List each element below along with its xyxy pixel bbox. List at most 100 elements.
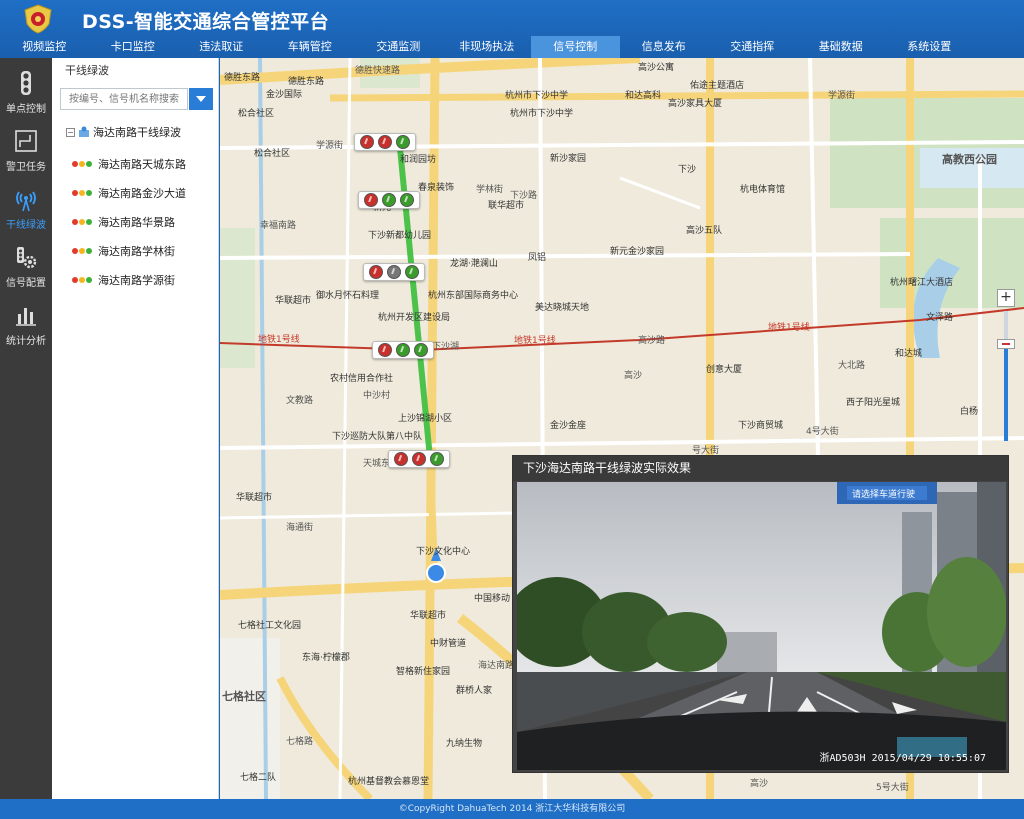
signal-controller[interactable] xyxy=(363,263,425,281)
search-input[interactable] xyxy=(60,88,188,110)
nav-base-data[interactable]: 基础数据 xyxy=(797,36,886,58)
tree-item-intersection[interactable]: 海达南路金沙大道 xyxy=(72,185,186,201)
map-label: 下沙文化中心 xyxy=(416,547,471,557)
signal-lamp-icon xyxy=(369,265,383,279)
map-label: 春泉装饰 xyxy=(418,183,455,193)
main-nav: 视频监控 卡口监控 违法取证 车辆管控 交通监测 非现场执法 信号控制 信息发布… xyxy=(0,36,1024,58)
nav-traffic-command[interactable]: 交通指挥 xyxy=(708,36,797,58)
map-label: 高沙 xyxy=(750,779,769,789)
dashcam-scene: 请选择车道行驶 xyxy=(517,482,1006,770)
signal-lamp-icon xyxy=(412,452,426,466)
signal-lamp-icon xyxy=(360,135,374,149)
nav-system-settings[interactable]: 系统设置 xyxy=(885,36,974,58)
tree-item-intersection[interactable]: 海达南路天城东路 xyxy=(72,156,186,172)
map-label: 高沙 xyxy=(624,371,643,381)
nav-checkpoint-monitor[interactable]: 卡口监控 xyxy=(89,36,178,58)
tree-root-label: 海达南路干线绿波 xyxy=(93,126,181,139)
function-sidebar: 单点控制 警卫任务 干线绿波 信号配置 统计分析 xyxy=(0,58,52,799)
map-label: 智格新住家园 xyxy=(396,667,451,677)
police-badge-icon xyxy=(24,4,52,34)
map-label: 上沙锦湖小区 xyxy=(398,414,453,424)
map-label: 杭州开发区建设局 xyxy=(378,313,451,323)
map-label: 德胜东路 xyxy=(224,73,261,83)
map-label: 幸福南路 xyxy=(260,221,297,231)
map-label: 德胜快速路 xyxy=(355,66,401,76)
video-frame[interactable]: 请选择车道行驶 浙AD503H 2015/04/29 10:55:07 xyxy=(517,482,1006,770)
sidebar-item-single-point[interactable]: 单点控制 xyxy=(0,62,52,118)
nav-offsite-enforcement[interactable]: 非现场执法 xyxy=(443,36,532,58)
traffic-light-icon xyxy=(72,277,92,283)
map-label: 海达南路 xyxy=(478,661,515,671)
sidebar-item-signal-config[interactable]: 信号配置 xyxy=(0,236,52,292)
route-group-icon xyxy=(79,126,89,137)
traffic-light-icon xyxy=(72,190,92,196)
footer-copyright: ©CopyRight DahuaTech 2014 浙江大华科技有限公司 xyxy=(0,799,1024,819)
map-label: 凤铝 xyxy=(528,253,547,263)
signal-lamp-icon xyxy=(400,193,414,207)
map-label: 中沙村 xyxy=(363,391,391,401)
map-label: 中国移动 xyxy=(474,594,511,604)
map-label: 杭州东部国际商务中心 xyxy=(428,291,519,301)
zoom-slider-handle[interactable] xyxy=(997,338,1015,349)
road-sign-text: 请选择车道行驶 xyxy=(852,488,915,500)
signal-controller[interactable] xyxy=(388,450,450,468)
map-label: 大北路 xyxy=(838,361,866,371)
nav-traffic-monitor[interactable]: 交通监测 xyxy=(354,36,443,58)
nav-info-publish[interactable]: 信息发布 xyxy=(620,36,709,58)
map-label: 金沙国际 xyxy=(266,90,303,100)
zoom-in-button[interactable]: + xyxy=(997,289,1015,307)
map-label: 海通街 xyxy=(286,523,314,533)
signal-controller[interactable] xyxy=(358,191,420,209)
map-label: 和达城 xyxy=(895,349,923,359)
sidebar-item-green-wave[interactable]: 干线绿波 xyxy=(0,178,52,234)
tree-root-node[interactable]: − 海达南路干线绿波 xyxy=(66,124,181,140)
map-label: 下沙湖 xyxy=(432,342,460,352)
map-label: 杭州市下沙中学 xyxy=(510,109,574,119)
signal-lamp-icon xyxy=(378,343,392,357)
nav-signal-control[interactable]: 信号控制 xyxy=(531,36,620,58)
search-dropdown-button[interactable] xyxy=(189,88,213,110)
metro-label: 地铁1号线 xyxy=(768,323,810,333)
map-label: 文泽路 xyxy=(926,313,954,323)
map-label: 下沙新都幼儿园 xyxy=(368,231,432,241)
map-label: 新元金沙家园 xyxy=(610,247,665,257)
signal-lamp-icon xyxy=(382,193,396,207)
map-label: 龙湖·滟澜山 xyxy=(450,259,498,269)
map-label: 七格社工文化园 xyxy=(238,621,302,631)
sidebar-item-statistics[interactable]: 统计分析 xyxy=(0,294,52,350)
nav-violation-evidence[interactable]: 违法取证 xyxy=(177,36,266,58)
collapse-icon[interactable]: − xyxy=(66,127,75,137)
map-label: 4号大街 xyxy=(806,427,839,437)
tree-item-intersection[interactable]: 海达南路华景路 xyxy=(72,214,175,230)
nav-vehicle-control[interactable]: 车辆管控 xyxy=(266,36,355,58)
map-label: 高沙家具大厦 xyxy=(668,99,723,109)
tree-item-intersection[interactable]: 海达南路学林街 xyxy=(72,243,175,259)
map-label: 杭州市下沙中学 xyxy=(505,91,569,101)
signal-controller[interactable] xyxy=(354,133,416,151)
sidebar-item-guard-task[interactable]: 警卫任务 xyxy=(0,120,52,176)
tree-item-intersection[interactable]: 海达南路学源街 xyxy=(72,272,175,288)
map-label: 学源街 xyxy=(828,91,856,101)
map-label: 中财管道 xyxy=(430,639,467,649)
map-label: 佑途主题酒店 xyxy=(690,81,745,91)
app-title: DSS-智能交通综合管控平台 xyxy=(82,11,330,33)
map-label: 杭州基督教会慕恩堂 xyxy=(348,777,430,787)
nav-video-monitor[interactable]: 视频监控 xyxy=(0,36,89,58)
map-label: 金沙金座 xyxy=(550,421,587,431)
map-label: 七格二队 xyxy=(240,773,277,783)
map-label: 高沙路 xyxy=(638,336,666,346)
map-label: 和达高科 xyxy=(625,91,662,101)
green-wave-tree-panel: 干线绿波 − 海达南路干线绿波 海达南路天城东路 海达南路金沙大道 海达南路华景… xyxy=(52,58,219,799)
map-label: 下沙商贸城 xyxy=(738,421,784,431)
signal-controller[interactable] xyxy=(372,341,434,359)
map-label: 杭电体育馆 xyxy=(740,185,786,195)
signal-lamp-icon xyxy=(394,452,408,466)
panel-title: 干线绿波 xyxy=(65,64,109,77)
map-label: 群桥人家 xyxy=(456,686,493,696)
map-label: 农村信用合作社 xyxy=(330,374,394,384)
map-label: 松合社区 xyxy=(254,149,291,159)
map-label: 联华超市 xyxy=(488,201,525,211)
traffic-light-icon xyxy=(72,161,92,167)
map-label: 文教路 xyxy=(286,396,314,406)
map-label: 九纳生物 xyxy=(446,739,483,749)
